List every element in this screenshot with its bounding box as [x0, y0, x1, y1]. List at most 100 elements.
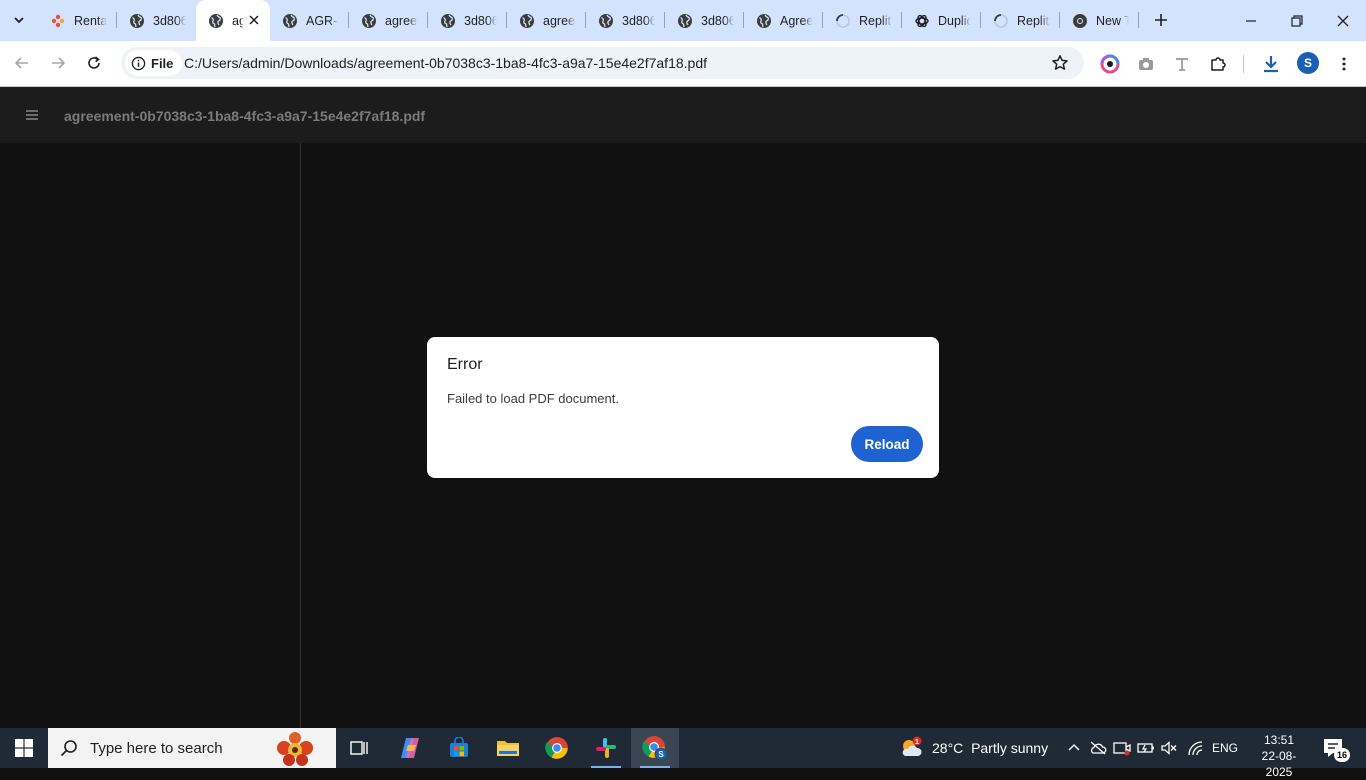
search-highlight-decoration-icon: [277, 732, 313, 766]
rental-app-icon: [50, 13, 66, 29]
refresh-icon: [88, 56, 100, 69]
task-view-icon: [350, 741, 368, 755]
browser-tab[interactable]: 3d806: [428, 0, 507, 41]
battery-tray-icon[interactable]: [1136, 738, 1156, 758]
chrome-app[interactable]: [533, 728, 581, 768]
sidebar-divider: [300, 143, 301, 728]
start-button[interactable]: [0, 728, 48, 768]
extension-color-button[interactable]: [1098, 52, 1122, 76]
extensions-button[interactable]: [1206, 52, 1230, 76]
pdf-sidebar-menu-button[interactable]: [18, 101, 46, 129]
chevron-down-icon: [14, 17, 24, 24]
onedrive-tray-icon[interactable]: [1088, 738, 1108, 758]
reload-page-button[interactable]: [80, 49, 108, 77]
slack-app[interactable]: [582, 728, 630, 768]
battery-charging-icon: [1137, 743, 1154, 753]
folder-icon: [497, 741, 519, 756]
browser-tab[interactable]: 3d806: [586, 0, 665, 41]
input-language-indicator[interactable]: ENG: [1212, 741, 1238, 755]
search-icon: [60, 740, 77, 757]
browser-tab[interactable]: Agree: [744, 0, 823, 41]
dialog-message: Failed to load PDF document.: [447, 391, 619, 406]
reload-button[interactable]: Reload: [851, 426, 923, 462]
tab-search-button[interactable]: [6, 7, 32, 33]
browser-tab[interactable]: Replit: [823, 0, 902, 41]
browser-tab[interactable]: agree: [349, 0, 428, 41]
hamburger-menu-icon: [26, 110, 38, 120]
site-info-chip[interactable]: File: [125, 50, 183, 76]
browser-toolbar: File C:/Users/admin/Downloads/agreement-…: [0, 41, 1366, 87]
tab-title: ag: [232, 13, 244, 28]
search-placeholder: Type here to search: [90, 739, 223, 757]
browser-tab[interactable]: Duplic: [902, 0, 981, 41]
address-bar[interactable]: File C:/Users/admin/Downloads/agreement-…: [121, 47, 1084, 79]
partly-sunny-icon: 1: [902, 736, 922, 756]
tab-title: Duplic: [938, 13, 971, 28]
text-tool-icon: [1176, 58, 1188, 71]
tab-title: Replit: [1017, 13, 1049, 28]
minimize-button[interactable]: [1228, 0, 1274, 41]
url-text[interactable]: C:/Users/admin/Downloads/agreement-0b703…: [184, 55, 707, 71]
color-picker-extension-icon: [1100, 54, 1120, 74]
slack-icon: [596, 738, 616, 758]
openai-icon: [914, 13, 930, 29]
screenshot-extension-button[interactable]: [1134, 52, 1158, 76]
browser-tab[interactable]: Replit: [981, 0, 1060, 41]
restore-button[interactable]: [1274, 0, 1320, 41]
show-hidden-icons-button[interactable]: [1064, 738, 1084, 758]
globe-icon: [129, 13, 145, 29]
pdf-toolbar: agreement-0b7038c3-1ba8-4fc3-a9a7-15e4e2…: [0, 87, 1366, 143]
copilot-app[interactable]: [386, 728, 434, 768]
weather-widget[interactable]: 1 28°C Partly sunny: [898, 728, 1048, 768]
file-explorer-app[interactable]: [484, 728, 532, 768]
system-clock[interactable]: 13:51 22-08-2025: [1249, 732, 1309, 780]
globe-icon: [519, 13, 535, 29]
taskbar-search-box[interactable]: Type here to search: [48, 728, 336, 768]
browser-tab[interactable]: 3d806: [665, 0, 744, 41]
chevron-up-icon: [1068, 743, 1080, 751]
profile-avatar[interactable]: S: [1297, 52, 1319, 74]
browser-tab[interactable]: AGR-2: [270, 0, 349, 41]
volume-tray-icon[interactable]: [1159, 738, 1179, 758]
wifi-icon: [1188, 741, 1203, 756]
copilot-icon: [401, 738, 419, 758]
more-vertical-icon: [1342, 57, 1346, 71]
weather-condition: Partly sunny: [971, 740, 1049, 756]
plus-icon: [1155, 14, 1167, 26]
bookmark-button[interactable]: [1050, 53, 1070, 73]
chrome-profile-app[interactable]: S: [631, 728, 679, 768]
info-icon: [131, 56, 146, 70]
network-tray-icon[interactable]: [1186, 738, 1206, 758]
task-view-button[interactable]: [336, 728, 384, 768]
weather-badge: 1: [915, 739, 919, 746]
browser-tab[interactable]: agree: [507, 0, 586, 41]
camera-icon: [1139, 58, 1153, 70]
globe-icon: [440, 13, 456, 29]
downloads-button[interactable]: [1259, 52, 1283, 76]
weather-temperature: 28°C: [932, 740, 964, 756]
browser-tab[interactable]: Rental: [38, 0, 117, 41]
clock-date: 22-08-2025: [1261, 749, 1297, 779]
chrome-icon: [545, 737, 568, 759]
close-icon: [1337, 15, 1349, 26]
globe-icon: [598, 13, 614, 29]
browser-menu-button[interactable]: [1332, 52, 1356, 76]
browser-tab[interactable]: ag: [196, 0, 270, 41]
pdf-file-title: agreement-0b7038c3-1ba8-4fc3-a9a7-15e4e2…: [64, 108, 426, 124]
text-extension-button[interactable]: [1170, 52, 1194, 76]
forward-button[interactable]: [44, 49, 72, 77]
back-button[interactable]: [8, 49, 36, 77]
star-icon: [1052, 55, 1068, 70]
arrow-left-icon: [14, 57, 28, 69]
new-tab-button[interactable]: [1151, 10, 1171, 30]
close-window-button[interactable]: [1320, 0, 1366, 41]
svg-text:S: S: [658, 750, 664, 759]
close-tab-icon[interactable]: [246, 12, 262, 28]
toolbar-divider: [1243, 55, 1244, 73]
globe-icon: [677, 13, 693, 29]
tab-strip: Rental 3d806 ag AGR-2 agree 3d806 agree 3d806 3d…: [0, 0, 1366, 41]
browser-tab[interactable]: New T: [1060, 0, 1139, 41]
browser-tab[interactable]: 3d806: [117, 0, 196, 41]
meet-now-tray-icon[interactable]: [1112, 738, 1132, 758]
microsoft-store-app[interactable]: [435, 728, 483, 768]
